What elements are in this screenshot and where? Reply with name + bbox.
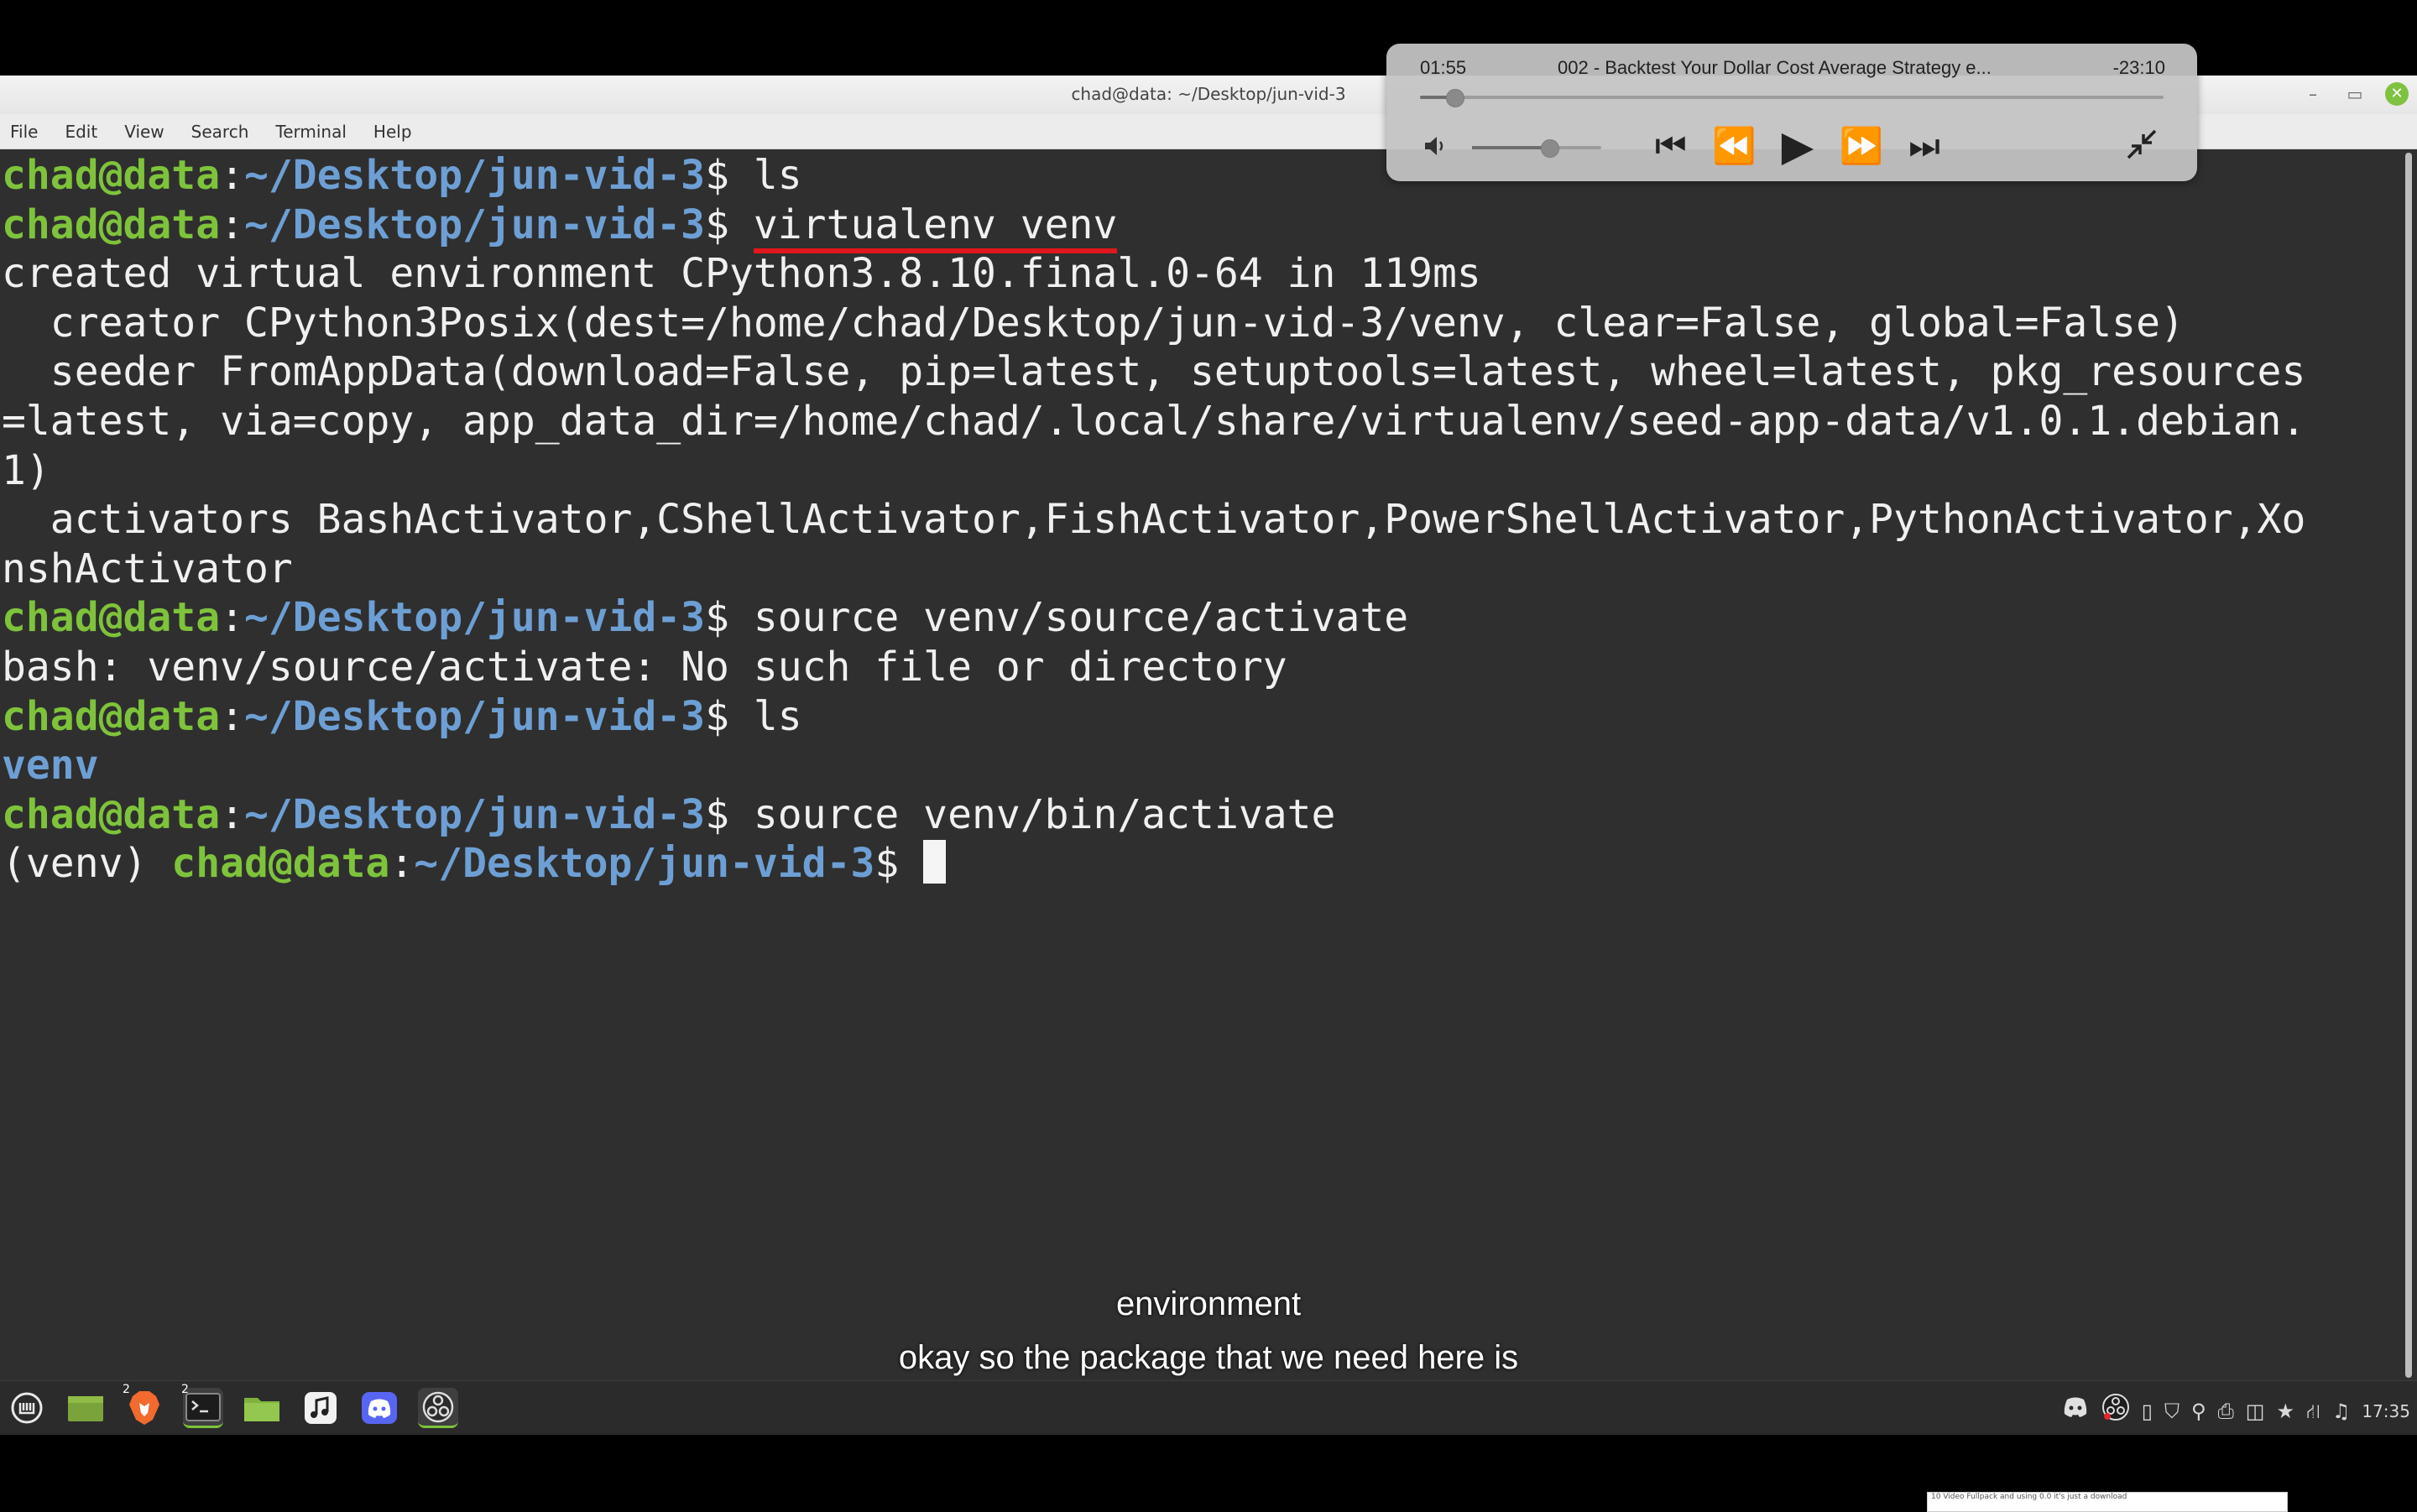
location-icon[interactable]: ⚲ xyxy=(2191,1396,2206,1426)
terminal-line: 1) xyxy=(2,446,50,494)
prompt-path: ~/Desktop/jun-vid-3 xyxy=(244,692,706,740)
terminal-line: chad@data:~/Desktop/jun-vid-3$ source ve… xyxy=(2,790,1336,838)
rewind-icon[interactable]: ⏪ xyxy=(1712,124,1756,168)
prompt-user: chad@data xyxy=(171,840,390,888)
prompt-path: ~/Desktop/jun-vid-3 xyxy=(244,201,706,248)
volume-fill xyxy=(1472,146,1550,149)
prompt-symbol: $ xyxy=(874,840,924,888)
command-text: source venv/bin/activate xyxy=(753,790,1336,838)
scrollbar-thumb[interactable] xyxy=(2405,153,2412,1378)
discord-tray-icon[interactable] xyxy=(2061,1396,2090,1426)
fast-forward-icon[interactable]: ⏩ xyxy=(1840,124,1883,168)
terminal-line: nshActivator xyxy=(2,545,293,592)
prompt-user: chad@data xyxy=(2,692,221,740)
taskbar: 2 2 ▯ ⛉ ⚲ ⎙ ◫ ★ ⛙ ♫ 17:35 xyxy=(0,1380,2417,1435)
directory-listing: venv xyxy=(2,742,99,790)
seek-handle[interactable] xyxy=(1445,89,1464,107)
prompt-symbol: $ xyxy=(705,201,754,248)
prompt-symbol: $ xyxy=(705,692,754,740)
terminal-line: chad@data:~/Desktop/jun-vid-3$ source ve… xyxy=(2,594,1409,642)
remaining-time: -23:10 xyxy=(2112,57,2165,78)
network-icon[interactable]: ⛙ xyxy=(2306,1396,2320,1426)
terminal-output[interactable]: chad@data:~/Desktop/jun-vid-3$ ls chad@d… xyxy=(0,151,2397,1378)
brave-window-count: 2 xyxy=(123,1383,130,1396)
terminal-line: (venv) chad@data:~/Desktop/jun-vid-3$ xyxy=(0,839,2397,889)
star-icon[interactable]: ★ xyxy=(2276,1396,2294,1426)
maximize-button[interactable]: ▭ xyxy=(2343,82,2367,106)
prompt-path: ~/Desktop/jun-vid-3 xyxy=(414,840,875,888)
seek-bar[interactable] xyxy=(1420,89,2164,107)
subtitle-line-2: okay so the package that we need here is xyxy=(898,1339,1519,1376)
files-icon[interactable] xyxy=(242,1388,282,1428)
show-desktop-icon[interactable] xyxy=(65,1388,106,1428)
prompt-user: chad@data xyxy=(2,152,221,199)
menu-view[interactable]: View xyxy=(124,122,164,142)
shield-icon[interactable]: ⛉ xyxy=(2164,1396,2179,1426)
command-text: ls xyxy=(753,152,802,199)
terminal-line: chad@data:~/Desktop/jun-vid-3$ virtualen… xyxy=(0,201,2397,253)
skip-back-icon[interactable]: ⏮ xyxy=(1655,124,1687,168)
command-text: ls xyxy=(753,692,802,740)
menu-file[interactable]: File xyxy=(10,122,38,142)
system-tray: ▯ ⛉ ⚲ ⎙ ◫ ★ ⛙ ♫ 17:35 xyxy=(2061,1393,2410,1430)
updates-icon[interactable]: ◫ xyxy=(2246,1396,2265,1426)
printer-icon[interactable]: ⎙ xyxy=(2218,1396,2234,1426)
terminal-app-icon[interactable]: 2 xyxy=(181,1383,223,1428)
menu-help[interactable]: Help xyxy=(373,122,412,142)
prompt-symbol: $ xyxy=(705,594,754,642)
subtitle-line-1: environment xyxy=(1115,1285,1302,1322)
terminal-line: venv xyxy=(0,741,2397,790)
prompt-user: chad@data xyxy=(2,594,221,642)
skip-forward-icon[interactable]: ⏭ xyxy=(1908,124,1940,168)
terminal-line: created virtual environment CPython3.8.1… xyxy=(2,250,1481,298)
terminal-window: chad@data: ~/Desktop/jun-vid-3 – ▭ ✕ Fil… xyxy=(0,76,2417,1380)
menu-search[interactable]: Search xyxy=(191,122,249,142)
terminal-line: creator CPython3Posix(dest=/home/chad/De… xyxy=(2,299,2185,347)
media-player: 01:55 002 - Backtest Your Dollar Cost Av… xyxy=(1386,44,2197,181)
highlighted-command: virtualenv venv xyxy=(753,201,1118,253)
prompt-symbol: $ xyxy=(705,152,754,199)
prompt-path: ~/Desktop/jun-vid-3 xyxy=(244,152,706,199)
terminal-line: =latest, via=copy, app_data_dir=/home/ch… xyxy=(2,397,2306,445)
prompt-user: chad@data xyxy=(2,790,221,838)
terminal-line: activators BashActivator,CShellActivator… xyxy=(2,496,2306,544)
text-cursor xyxy=(923,840,947,884)
terminal-scrollbar[interactable] xyxy=(2405,153,2412,1378)
clock[interactable]: 17:35 xyxy=(2362,1396,2410,1426)
volume-handle[interactable] xyxy=(1541,139,1560,158)
volume-icon[interactable] xyxy=(1423,134,1450,164)
clipboard-icon[interactable]: ▯ xyxy=(2142,1396,2153,1426)
terminal-line: chad@data:~/Desktop/jun-vid-3$ ls xyxy=(2,692,802,740)
terminal-line: seeder FromAppData(download=False, pip=l… xyxy=(2,348,2306,396)
play-icon[interactable]: ▶ xyxy=(1782,124,1814,168)
menu-icon[interactable] xyxy=(7,1388,47,1428)
discord-icon[interactable] xyxy=(359,1388,399,1428)
brave-browser-icon[interactable]: 2 xyxy=(123,1383,164,1428)
music-app-icon[interactable] xyxy=(300,1388,341,1428)
volume-slider[interactable] xyxy=(1472,139,1601,158)
menu-terminal[interactable]: Terminal xyxy=(275,122,347,142)
track-title: 002 - Backtest Your Dollar Cost Average … xyxy=(1558,57,1992,78)
window-controls: – ▭ ✕ xyxy=(2301,82,2409,106)
obs-tray-icon[interactable] xyxy=(2101,1393,2130,1430)
venv-prefix: (venv) xyxy=(2,840,172,888)
prompt-symbol: $ xyxy=(705,790,754,838)
thumbnail-preview: 10 Video Fullpack and using 0.0 it's jus… xyxy=(1927,1492,2288,1512)
prompt-user: chad@data xyxy=(2,201,221,248)
close-button[interactable]: ✕ xyxy=(2385,82,2409,106)
menu-edit[interactable]: Edit xyxy=(65,122,97,142)
taskbar-launchers: 2 2 xyxy=(7,1383,458,1428)
playback-controls: ⏮ ⏪ ▶ ⏩ ⏭ xyxy=(1655,124,1940,168)
elapsed-time: 01:55 xyxy=(1420,57,1467,78)
prompt-path: ~/Desktop/jun-vid-3 xyxy=(244,790,706,838)
terminal-line: bash: venv/source/activate: No such file… xyxy=(2,643,1287,691)
minimize-button[interactable]: – xyxy=(2301,82,2325,106)
command-text: source venv/source/activate xyxy=(753,594,1409,642)
minimize-player-icon[interactable] xyxy=(2125,128,2159,169)
terminal-window-count: 2 xyxy=(181,1383,189,1396)
sound-tray-icon[interactable]: ♫ xyxy=(2332,1396,2351,1426)
prompt-path: ~/Desktop/jun-vid-3 xyxy=(244,594,706,642)
obs-icon[interactable] xyxy=(418,1388,458,1428)
subtitles: environment okay so the package that we … xyxy=(0,1277,2417,1384)
